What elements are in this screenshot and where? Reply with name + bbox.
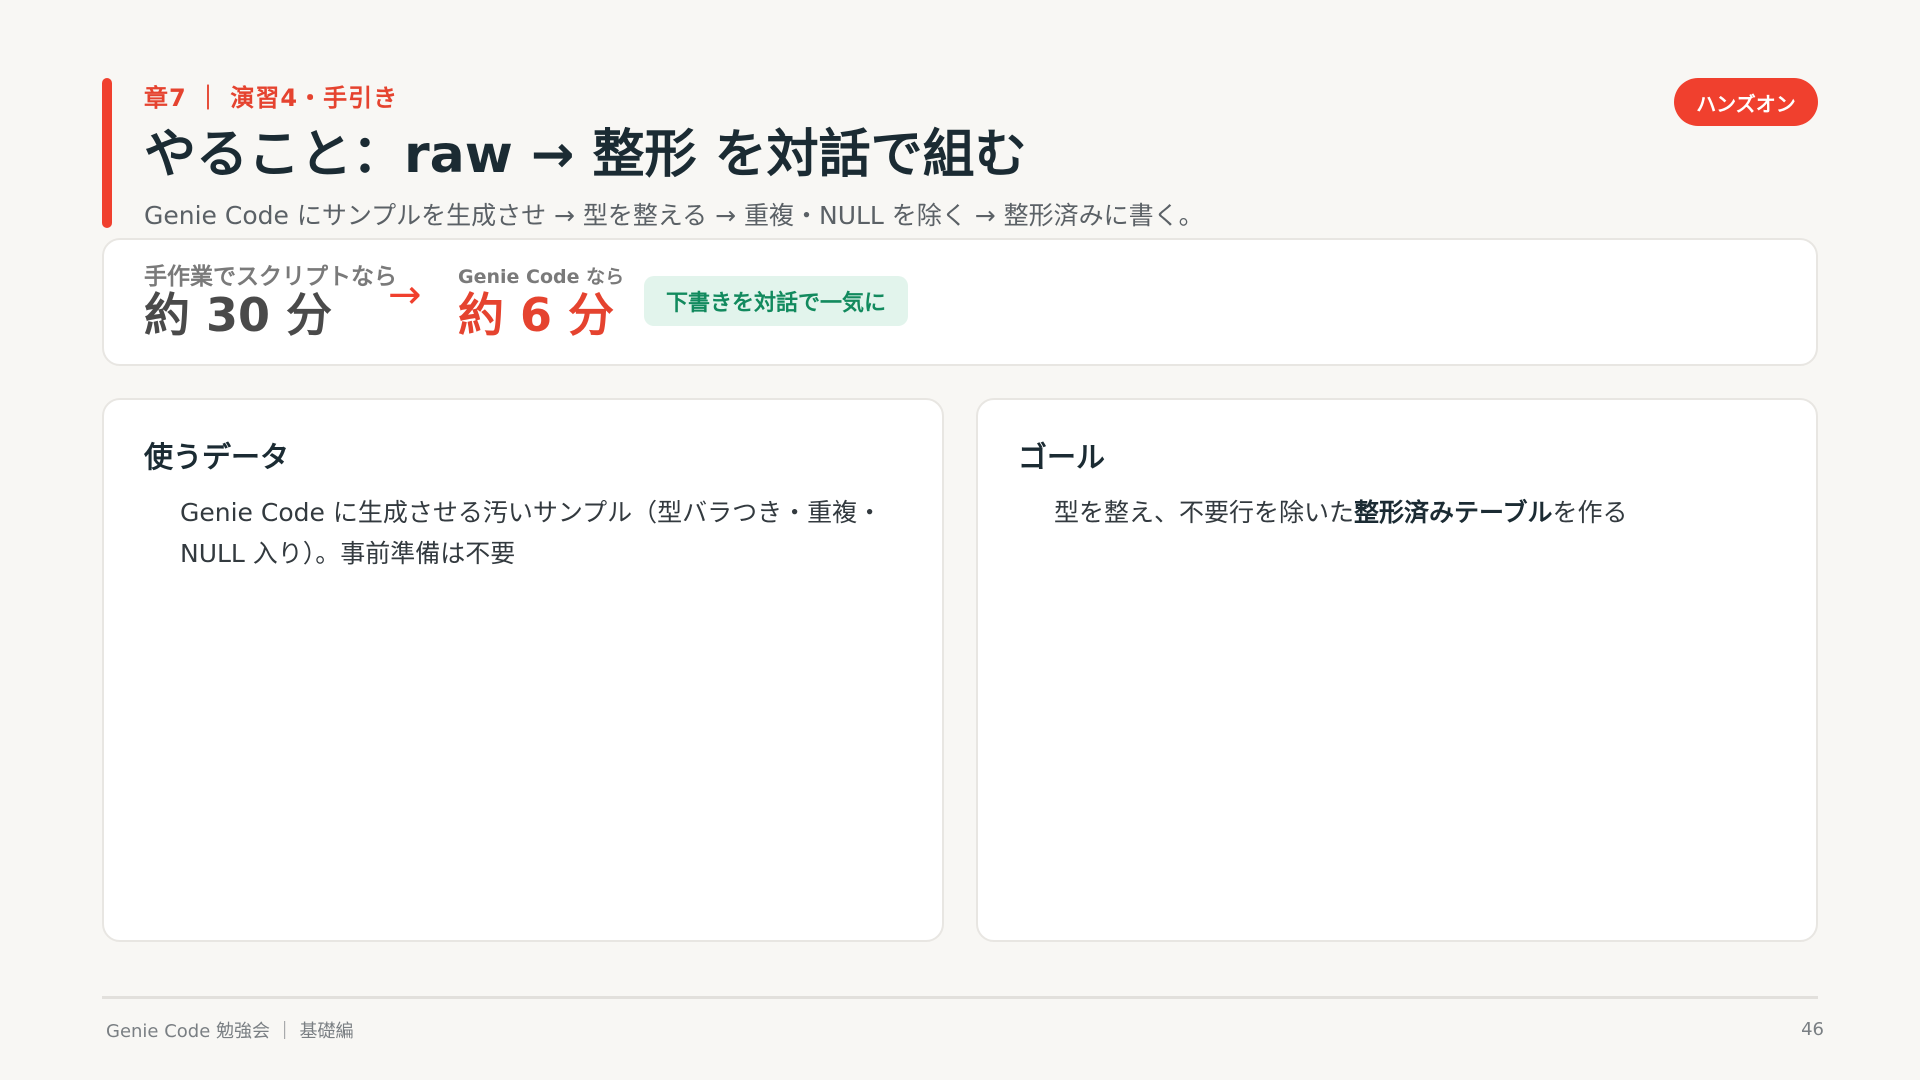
- goal-card-heading: ゴール: [1018, 440, 1106, 474]
- time-comparison-card: 手作業でスクリプトなら 約 30 分 → Genie Code なら 約 6 分…: [102, 238, 1818, 366]
- goal-card: ゴール 型を整え、不要行を除いた整形済みテーブルを作る: [976, 398, 1818, 942]
- data-card: 使うデータ Genie Code に生成させる汚いサンプル（型バラつき・重複・N…: [102, 398, 944, 942]
- goal-text-bold: 整形済みテーブル: [1354, 498, 1553, 527]
- data-card-body: Genie Code に生成させる汚いサンプル（型バラつき・重複・NULL 入り…: [180, 498, 883, 568]
- manual-time-label: 手作業でスクリプトなら: [144, 264, 397, 290]
- arrow-right-icon: →: [388, 272, 422, 318]
- footer-title: Genie Code 勉強会 ｜ 基礎編: [106, 1021, 354, 1042]
- draft-tag: 下書きを対話で一気に: [644, 276, 909, 326]
- genie-time-label: Genie Code なら: [458, 266, 625, 288]
- page-number: 46: [1801, 1019, 1824, 1040]
- slide-title: やること：raw → 整形 を対話で組む: [144, 125, 1027, 185]
- genie-time-block: Genie Code なら 約 6 分: [458, 264, 624, 340]
- hands-on-badge: ハンズオン: [1674, 78, 1818, 126]
- data-card-heading: 使うデータ: [144, 440, 290, 474]
- goal-text-after: を作る: [1552, 498, 1628, 527]
- genie-time-value: 約 6 分: [458, 288, 615, 342]
- chapter-eyebrow: 章7 ｜ 演習4・手引き: [144, 84, 399, 112]
- footer-divider: [102, 996, 1818, 999]
- accent-bar: [102, 78, 112, 228]
- goal-card-body: 型を整え、不要行を除いた整形済みテーブルを作る: [1054, 492, 1794, 533]
- slide-subtitle: Genie Code にサンプルを生成させ → 型を整える → 重複・NULL …: [144, 201, 1204, 230]
- goal-text-before: 型を整え、不要行を除いた: [1054, 498, 1355, 527]
- manual-time-value: 約 30 分: [144, 288, 333, 342]
- manual-time-block: 手作業でスクリプトなら 約 30 分: [144, 264, 397, 340]
